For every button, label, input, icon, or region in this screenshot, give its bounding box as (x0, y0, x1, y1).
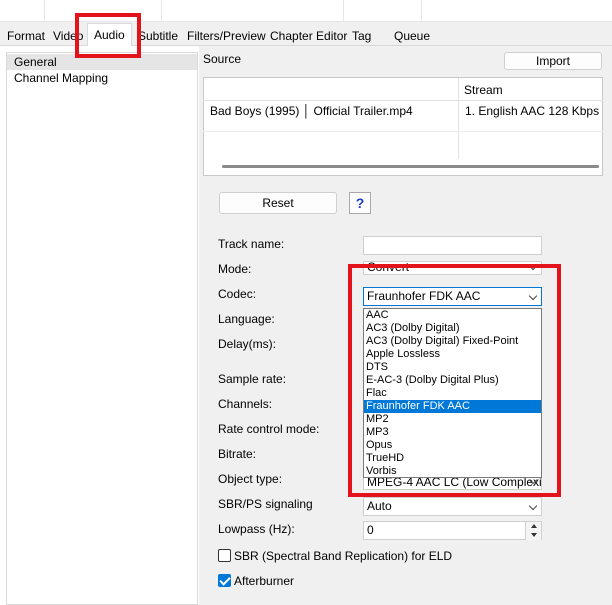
afterburner-checkbox[interactable] (218, 574, 231, 587)
label-codec: Codec: (218, 287, 257, 301)
highlight-box-audio-tab (75, 13, 141, 58)
label-track-name: Track name: (218, 237, 285, 251)
label-lowpass: Lowpass (Hz): (218, 522, 295, 536)
settings-category-list: General Channel Mapping (6, 52, 198, 605)
spin-up-button[interactable] (525, 522, 541, 531)
grid-line (343, 0, 344, 22)
label-language: Language: (218, 312, 275, 326)
source-stream-cell[interactable]: 1. English AAC 128 Kbps 48( (465, 104, 602, 118)
lowpass-spinbox[interactable]: 0 (363, 521, 542, 540)
grid-line (161, 0, 162, 22)
lowpass-value: 0 (367, 523, 374, 537)
track-name-field[interactable] (363, 236, 542, 255)
label-sample-rate: Sample rate: (218, 372, 287, 386)
column-header-stream[interactable]: Stream (464, 83, 503, 97)
label-mode: Mode: (218, 262, 252, 276)
tab-queue[interactable]: Queue (390, 26, 434, 46)
table-column-divider (458, 78, 459, 160)
import-button[interactable]: Import (504, 52, 602, 70)
tab-filters-preview[interactable]: Filters/Preview (183, 26, 270, 46)
sbr-ps-value: Auto (367, 499, 392, 513)
list-item-channel-mapping[interactable]: Channel Mapping (7, 70, 197, 86)
sbr-eld-checkbox[interactable] (218, 549, 231, 562)
label-sbr-ps-signaling: SBR/PS signaling (218, 497, 313, 511)
highlight-box-codec-list (348, 264, 561, 497)
caret-up-icon (531, 524, 537, 528)
tab-tag[interactable]: Tag (348, 26, 375, 46)
scrollbar-thumb[interactable] (222, 165, 599, 168)
source-file-cell[interactable]: Bad Boys (1995) │ Official Trailer.mp4 (210, 104, 413, 118)
tab-format[interactable]: Format (3, 26, 49, 46)
label-bitrate: Bitrate: (218, 447, 257, 461)
label-object-type: Object type: (218, 472, 283, 486)
afterburner-label: Afterburner (234, 574, 295, 588)
label-delay: Delay(ms): (218, 337, 277, 351)
reset-button[interactable]: Reset (219, 192, 337, 214)
table-row-divider (203, 131, 603, 132)
label-rate-control-mode: Rate control mode: (218, 422, 320, 436)
spin-down-button[interactable] (525, 531, 541, 540)
table-header-divider (203, 100, 603, 101)
chevron-down-icon (528, 501, 538, 511)
grid-line (421, 0, 422, 22)
tab-subtitle[interactable]: Subtitle (134, 26, 182, 46)
help-button[interactable]: ? (349, 192, 371, 214)
label-channels: Channels: (218, 397, 273, 411)
sbr-ps-dropdown[interactable]: Auto (363, 497, 542, 516)
sbr-eld-label: SBR (Spectral Band Replication) for ELD (234, 549, 453, 563)
caret-down-icon (531, 533, 537, 537)
grid-line (44, 0, 45, 22)
source-label: Source (203, 52, 242, 66)
tab-chapter-editor[interactable]: Chapter Editor (266, 26, 351, 46)
